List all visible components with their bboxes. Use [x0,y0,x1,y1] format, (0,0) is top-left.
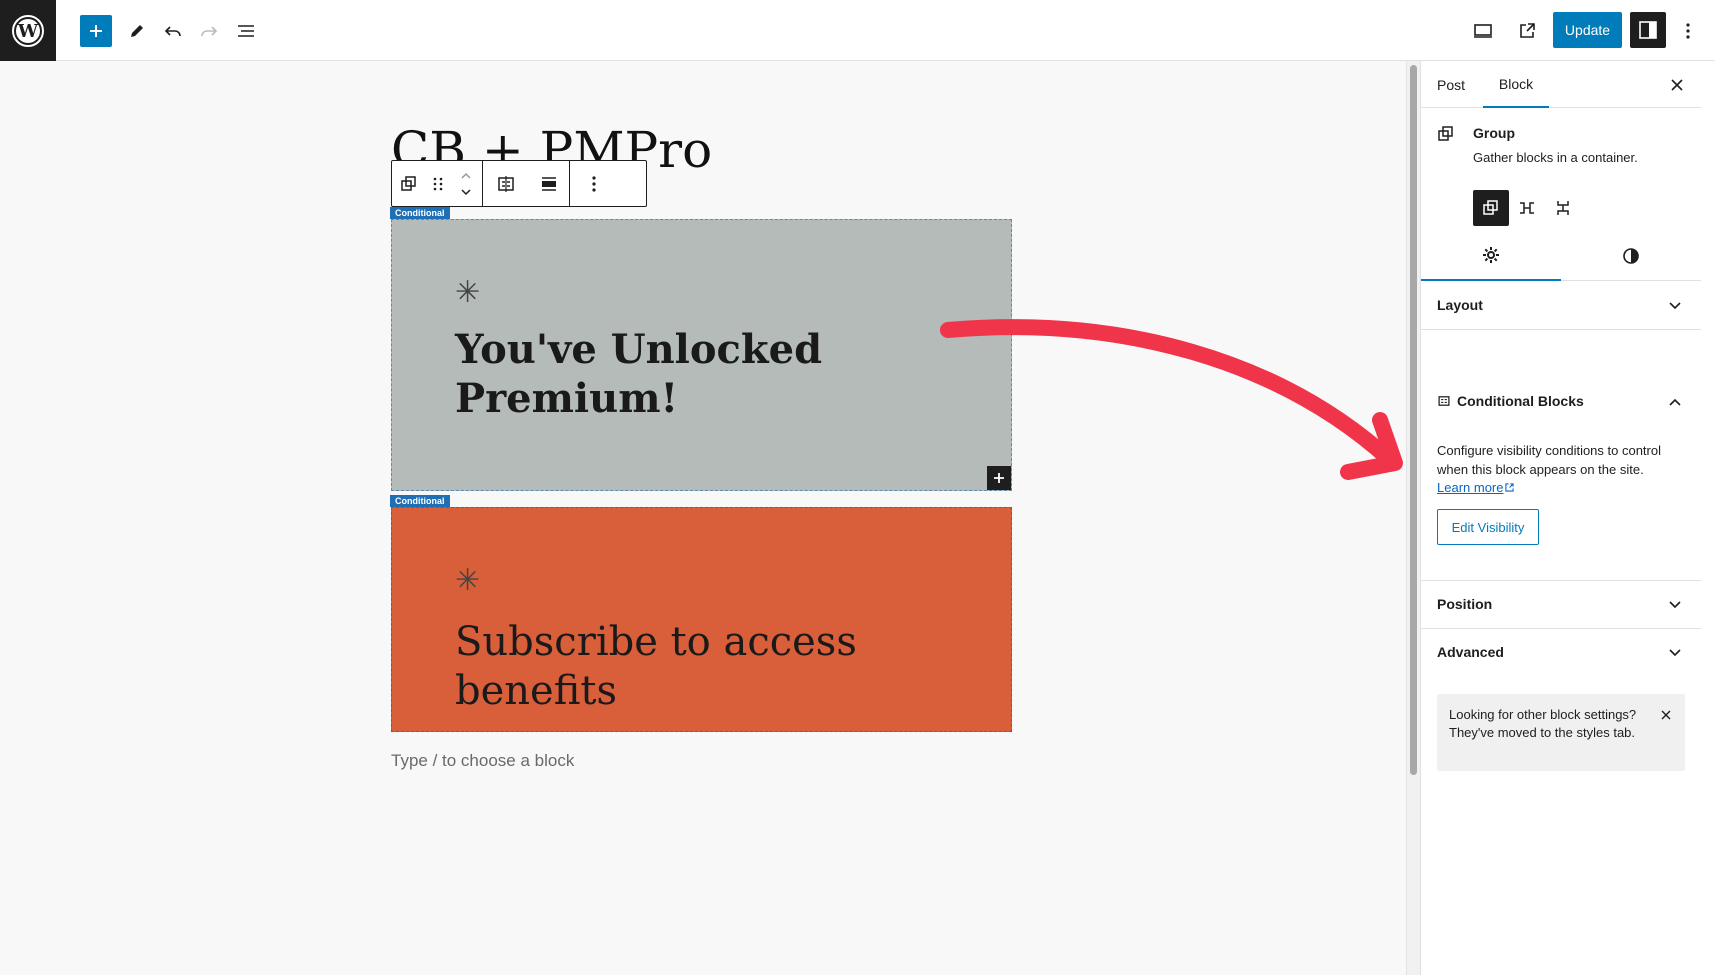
more-vertical-icon [592,175,596,192]
sidebar-toggle-icon [1639,21,1657,39]
settings-sidebar: Post Block Group Gather blocks in a cont… [1420,61,1715,975]
chevron-up-icon[interactable] [1665,392,1685,412]
subscribe-group-block[interactable]: ✳ Subscribe to access benefits [391,507,1012,732]
tab-block[interactable]: Block [1483,61,1549,108]
conditional-blocks-title: Conditional Blocks [1457,393,1584,409]
redo-button[interactable] [192,14,226,48]
position-panel-label: Position [1437,596,1493,612]
variation-row-button[interactable] [1509,190,1545,226]
variation-stack-button[interactable] [1545,190,1581,226]
subscribe-heading[interactable]: Subscribe to access benefits [455,618,975,716]
layout-panel[interactable]: Layout [1421,282,1701,330]
tab-settings[interactable] [1421,231,1561,281]
align-full-icon [542,176,556,191]
premium-group-block[interactable]: ✳ You've Unlocked Premium! [391,219,1012,491]
notice-text: Looking for other block settings? They'v… [1449,707,1637,740]
sidebar-tabs: Post Block [1421,61,1701,108]
settings-toggle-button[interactable] [1630,12,1666,48]
layout-panel-label: Layout [1437,297,1483,313]
plus-icon [994,473,1004,483]
move-up-down-icon [461,172,471,195]
external-link-icon [1520,23,1535,38]
align-button[interactable] [529,161,569,206]
conditional-blocks-button[interactable] [483,161,529,206]
asterisk-icon: ✳ [455,563,481,598]
chevron-down-icon [1665,595,1685,615]
block-toolbar [391,160,647,207]
edit-visibility-button[interactable]: Edit Visibility [1437,509,1539,545]
list-view-button[interactable] [229,14,263,48]
row-icon [1520,202,1534,214]
toolbar-group-more [570,161,618,206]
more-vertical-icon [1686,23,1690,39]
chevron-down-icon [1665,643,1685,663]
advanced-panel-label: Advanced [1437,644,1504,660]
undo-button[interactable] [156,14,190,48]
editor-header: W Update [0,0,1715,61]
group-block-icon [1438,126,1453,141]
list-view-icon [238,25,254,37]
block-inspector-tabs [1421,231,1701,281]
dismiss-notice-button[interactable] [1657,706,1675,724]
group-block-icon [401,175,416,191]
stack-icon [1557,201,1569,215]
external-link-icon [1505,483,1515,492]
block-variations [1473,190,1581,226]
advanced-panel[interactable]: Advanced [1421,629,1701,677]
group-icon [1483,200,1498,215]
chevron-down-icon [1665,296,1685,316]
settings-gear-icon [1483,247,1499,263]
block-type-button[interactable] [392,161,426,206]
redo-icon [201,26,218,37]
plus-icon [90,25,102,37]
toolbar-group-plugin [483,161,570,206]
wordpress-logo-icon[interactable]: W [0,0,56,61]
conditional-blocks-description: Configure visibility conditions to contr… [1437,443,1661,477]
tools-button[interactable] [120,14,154,48]
drag-handle-icon [433,177,443,190]
conditional-badge: Conditional [390,207,450,219]
block-card-description: Gather blocks in a container. [1473,150,1638,165]
close-icon [1661,710,1671,720]
block-editor: W Update CB + PMPro Conditional ✳ You've… [0,0,1715,975]
pencil-icon [131,25,143,37]
undo-icon [164,26,181,37]
block-placeholder[interactable]: Type / to choose a block [391,751,574,771]
asterisk-icon: ✳ [455,275,481,310]
close-icon [1671,79,1683,91]
variation-group-button[interactable] [1473,190,1509,226]
conditional-blocks-header[interactable]: Conditional Blocks [1437,393,1584,409]
learn-more-link[interactable]: Learn more [1437,480,1515,495]
canvas-scrollbar[interactable] [1406,61,1420,975]
block-appender-button[interactable] [987,466,1011,490]
tab-post[interactable]: Post [1437,61,1465,108]
toolbar-group-parent [392,161,483,206]
styles-tab-notice: Looking for other block settings? They'v… [1437,694,1685,771]
desktop-preview-icon [1474,24,1492,38]
close-sidebar-button[interactable] [1665,73,1689,97]
svg-text:W: W [17,21,39,42]
editor-canvas[interactable]: CB + PMPro Conditional ✳ You've Unlocked… [0,61,1406,975]
position-panel[interactable]: Position [1421,581,1701,629]
tab-styles[interactable] [1561,231,1701,281]
view-post-button[interactable] [1510,14,1544,48]
conditional-blocks-icon [1438,396,1450,406]
block-card-title: Group [1473,125,1515,141]
conditional-badge: Conditional [390,495,450,507]
block-inserter-button[interactable] [80,15,112,47]
options-menu-button[interactable] [1671,14,1705,48]
conditional-blocks-icon [498,175,514,192]
block-options-button[interactable] [570,161,618,206]
styles-contrast-icon [1623,248,1639,264]
premium-heading[interactable]: You've Unlocked Premium! [455,325,895,423]
update-button[interactable]: Update [1553,12,1622,48]
learn-more-text: Learn more [1437,480,1504,495]
move-up-down-buttons[interactable] [450,161,482,206]
preview-button[interactable] [1466,14,1500,48]
drag-handle[interactable] [426,161,450,206]
scrollbar-thumb[interactable] [1410,65,1417,775]
conditional-blocks-panel: Conditional Blocks Configure visibility … [1421,378,1701,581]
